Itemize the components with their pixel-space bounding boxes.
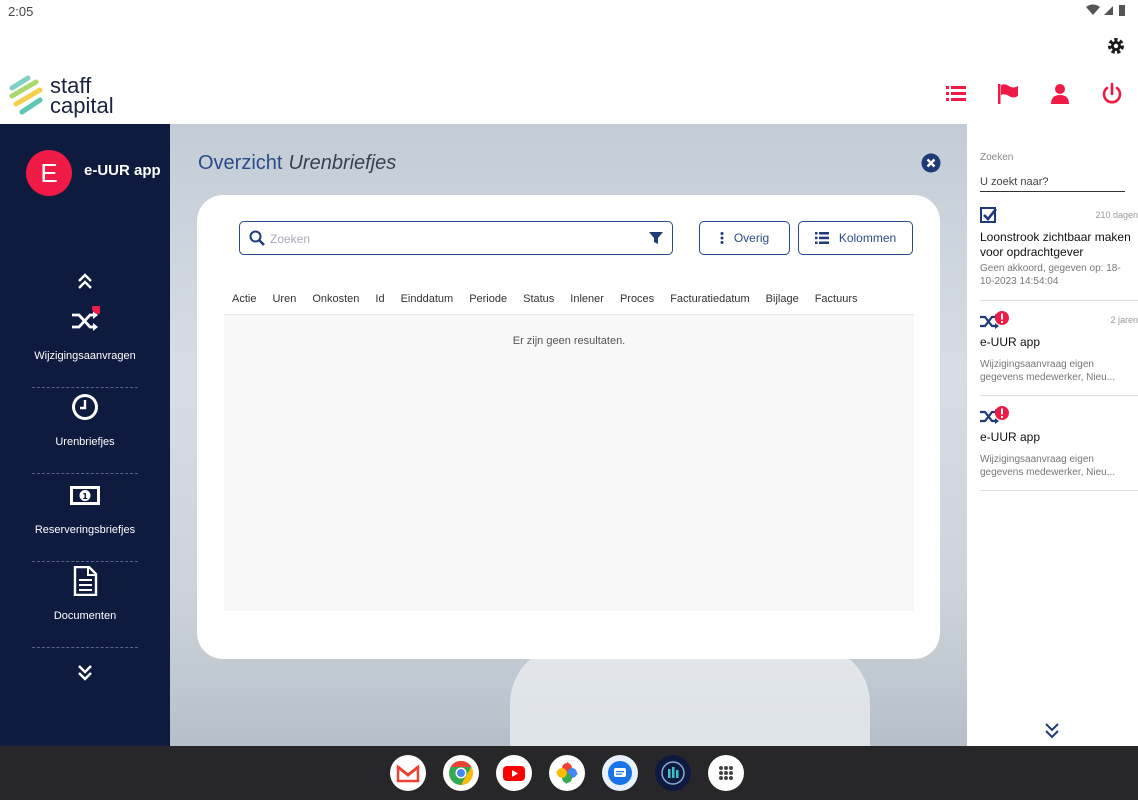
- photos-icon[interactable]: [549, 755, 585, 791]
- panel-search-label: Zoeken: [980, 152, 1014, 163]
- columns-list-icon: [814, 232, 829, 244]
- wifi-icon: [1086, 4, 1100, 15]
- search-icon: [249, 230, 265, 246]
- column-header[interactable]: Bijlage: [758, 291, 807, 314]
- notification-title: e-UUR app: [980, 335, 1041, 349]
- notification-item[interactable]: 2 jaren e-UUR app Wijzigingsaanvraag eig…: [980, 311, 1138, 396]
- app-drawer-icon[interactable]: [708, 755, 744, 791]
- money-icon: 1: [70, 486, 100, 505]
- column-header[interactable]: Onkosten: [304, 291, 367, 314]
- svg-text:1: 1: [82, 492, 88, 501]
- column-header[interactable]: Periode: [461, 291, 515, 314]
- chevron-double-down-icon[interactable]: [77, 664, 93, 682]
- chevron-double-down-icon[interactable]: [1045, 722, 1059, 740]
- shuffle-icon: [72, 306, 100, 331]
- gear-icon[interactable]: [1106, 36, 1126, 56]
- app-avatar: E: [26, 150, 72, 196]
- dock-apps: [390, 755, 744, 791]
- main-content: OverzichtUrenbriefjes Overig: [170, 124, 967, 746]
- overig-button[interactable]: Overig: [699, 221, 790, 255]
- kolommen-button[interactable]: Kolommen: [798, 221, 913, 255]
- filter-icon[interactable]: [649, 231, 663, 245]
- status-time: 2:05: [8, 4, 34, 19]
- status-icons: [1086, 4, 1126, 17]
- signal-icon: [1104, 6, 1113, 15]
- status-bar: 2:05: [0, 0, 1138, 24]
- column-header[interactable]: Status: [515, 291, 562, 314]
- overview-card: Overig Kolommen Actie Uren Onkosten Id E…: [197, 195, 940, 659]
- app-header: staff capital: [0, 68, 1138, 124]
- list-icon[interactable]: [944, 82, 968, 106]
- user-icon[interactable]: [1048, 82, 1072, 106]
- column-header[interactable]: Uren: [264, 291, 304, 314]
- column-header[interactable]: Id: [367, 291, 392, 314]
- sidebar-item-reserveringsbriefjes[interactable]: 1 Reserveringsbriefjes: [32, 476, 138, 562]
- flag-icon[interactable]: [996, 82, 1020, 106]
- notifications-panel: Zoeken 210 dagen Loonstrook zichtbaar ma…: [967, 124, 1138, 746]
- sidebar: E e-UUR app Wijzigingsaanvragen Urenbrie…: [0, 124, 170, 746]
- notification-item[interactable]: e-UUR app Wijzigingsaanvraag eigen gegev…: [980, 406, 1138, 491]
- search-input[interactable]: [270, 229, 630, 249]
- column-header[interactable]: Factuurs: [807, 291, 866, 314]
- notification-title: Loonstrook zichtbaar maken voor opdracht…: [980, 230, 1131, 259]
- page-title-sub: Urenbriefjes: [288, 152, 397, 174]
- empty-message: Er zijn geen resultaten.: [512, 335, 626, 347]
- sidebar-item-label: Wijzigingsaanvragen: [34, 350, 136, 362]
- column-header[interactable]: Actie: [224, 291, 264, 314]
- notification-age: 210 dagen: [1095, 210, 1138, 220]
- messages-icon[interactable]: [602, 755, 638, 791]
- logo-mark-icon: [9, 75, 43, 115]
- staff-capital-logo[interactable]: staff capital: [8, 74, 114, 118]
- notification-item[interactable]: 210 dagen Loonstrook zichtbaar maken voo…: [980, 206, 1138, 301]
- shuffle-alert-icon: [980, 406, 1009, 424]
- sidebar-item-documenten[interactable]: Documenten: [32, 562, 138, 648]
- column-header[interactable]: Facturatiedatum: [662, 291, 757, 314]
- panel-search-input[interactable]: [980, 172, 1125, 192]
- column-header[interactable]: Einddatum: [393, 291, 462, 314]
- search-field[interactable]: [239, 221, 673, 255]
- notification-description: Wijzigingsaanvraag eigen gegevens medewe…: [980, 454, 1116, 478]
- system-dock: [0, 746, 1138, 800]
- table-header: Actie Uren Onkosten Id Einddatum Periode…: [224, 291, 914, 315]
- sidebar-item-wijzigingsaanvragen[interactable]: Wijzigingsaanvragen: [32, 302, 138, 388]
- column-header[interactable]: Inlener: [562, 291, 612, 314]
- app-name: e-UUR app: [84, 162, 161, 179]
- chrome-icon[interactable]: [443, 755, 479, 791]
- kolommen-label: Kolommen: [838, 231, 897, 245]
- overig-label: Overig: [733, 231, 770, 245]
- battery-icon: [1119, 5, 1125, 16]
- notification-age: 2 jaren: [1110, 315, 1138, 325]
- table-body: Er zijn geen resultaten.: [224, 315, 914, 611]
- sidebar-item-label: Documenten: [53, 610, 117, 622]
- page-title: Overzicht Urenbriefjes: [198, 152, 396, 175]
- notification-description: Geen akkoord, gegeven op: 18-10-2023 14:…: [980, 263, 1121, 287]
- notification-description: Wijzigingsaanvraag eigen gegevens medewe…: [980, 359, 1116, 383]
- document-icon: [73, 566, 98, 596]
- sidebar-item-label: Reserveringsbriefjes: [34, 524, 136, 536]
- chevron-double-up-icon[interactable]: [77, 272, 93, 290]
- shuffle-alert-icon: [980, 311, 1009, 329]
- column-header[interactable]: Proces: [612, 291, 662, 314]
- sidebar-item-urenbriefjes[interactable]: Urenbriefjes: [32, 388, 138, 474]
- more-vertical-icon: [720, 232, 724, 244]
- clock-icon: [72, 394, 98, 420]
- checkbox-icon: [980, 207, 998, 223]
- background-photo: [510, 644, 870, 746]
- youtube-icon[interactable]: [496, 755, 532, 791]
- app-icon[interactable]: [655, 755, 691, 791]
- power-icon[interactable]: [1100, 82, 1124, 106]
- brand-line2: capital: [50, 93, 114, 118]
- gmail-icon[interactable]: [390, 755, 426, 791]
- header-actions: [944, 82, 1124, 106]
- page-title-main: Overzicht: [198, 152, 283, 174]
- close-icon[interactable]: [921, 153, 941, 173]
- notification-title: e-UUR app: [980, 430, 1041, 444]
- sidebar-item-label: Urenbriefjes: [55, 436, 115, 448]
- logo-text: staff capital: [50, 75, 114, 118]
